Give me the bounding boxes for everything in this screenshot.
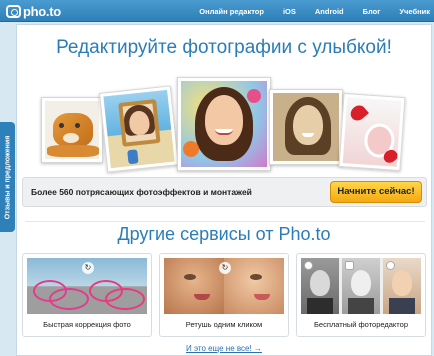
service-label: Бесплатный фоторедактор <box>313 320 408 329</box>
nav-tutorial[interactable]: Учебник <box>399 7 430 16</box>
photo-tiger <box>41 97 103 163</box>
service-retouch[interactable]: ↻ Ретушь одним кликом <box>159 253 289 337</box>
nav-online-editor[interactable]: Онлайн редактор <box>199 7 264 16</box>
service-label: Ретушь одним кликом <box>185 320 263 329</box>
quick-fix-preview: ↻ <box>27 258 147 314</box>
photo-editor-preview <box>301 258 421 314</box>
services-title: Другие сервисы от Pho.to <box>117 224 331 244</box>
compare-icon: ↻ <box>82 262 94 274</box>
logo-text: pho.to <box>23 3 61 19</box>
pho-to-logo[interactable]: pho.to <box>6 2 61 20</box>
filter-icon <box>345 261 354 270</box>
services-list: ↻ Быстрая коррекция фото ↻ Ретушь одним … <box>22 253 430 337</box>
more-services-link[interactable]: И это еще не все! → <box>17 344 431 353</box>
photo-valentine <box>338 92 406 172</box>
retouch-preview: ↻ <box>164 258 284 314</box>
start-now-button[interactable]: Начните сейчас! <box>330 181 422 203</box>
service-label: Быстрая коррекция фото <box>43 320 131 329</box>
brightness-icon <box>304 261 313 270</box>
top-navigation-bar: pho.to Онлайн редактор iOS Android Блог … <box>0 0 434 22</box>
main-panel: Редактируйте фотографии с улыбкой! Более… <box>16 24 432 356</box>
effect-icon <box>386 261 395 270</box>
camera-icon <box>6 4 21 18</box>
service-photo-editor[interactable]: Бесплатный фоторедактор <box>296 253 426 337</box>
service-quick-fix[interactable]: ↻ Быстрая коррекция фото <box>22 253 152 337</box>
nav-menu: Онлайн редактор iOS Android Блог Учебник <box>180 0 430 22</box>
photo-frame-beach <box>99 85 179 173</box>
feedback-tab-label: Отзывы и предложения <box>4 135 11 219</box>
nav-blog[interactable]: Блог <box>363 7 381 16</box>
cta-bar: Более 560 потрясающих фотоэффектов и мон… <box>22 177 427 207</box>
nav-ios[interactable]: iOS <box>283 7 296 16</box>
nav-android[interactable]: Android <box>315 7 344 16</box>
cta-description: Более 560 потрясающих фотоэффектов и мон… <box>31 187 252 197</box>
photo-sepia-woman <box>269 89 343 165</box>
photo-center-woman <box>177 77 271 171</box>
compare-icon: ↻ <box>219 262 231 274</box>
feedback-tab[interactable]: Отзывы и предложения <box>0 122 15 232</box>
section-divider <box>25 221 425 222</box>
